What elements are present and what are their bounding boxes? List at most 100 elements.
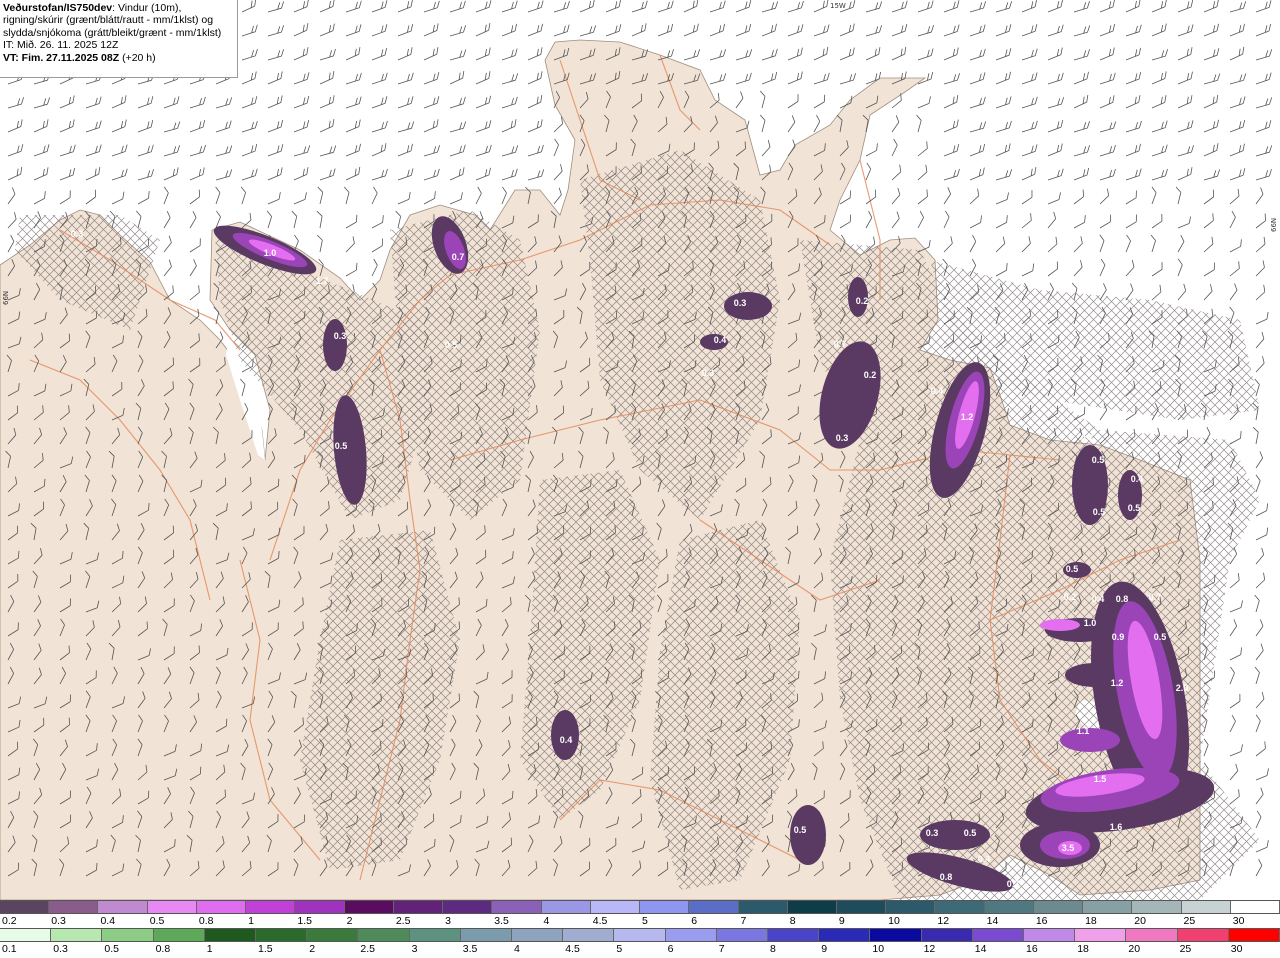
legend_snow-swatch [344,901,394,913]
legend_rain-swatch [307,929,359,941]
legend_snow-label: 25 [1183,915,1196,927]
legend_snow-swatch [196,901,247,913]
legend_snow-swatch [492,901,542,913]
precip-label: 0.5 [1066,564,1079,574]
title-rest: : Vindur (10m), [112,2,182,14]
legend_rain-label: 0.3 [53,943,68,955]
legend_rain-swatch [921,929,973,941]
precip-label: 0.4 [1131,474,1144,484]
legend_snow-swatch [393,901,444,913]
precip-label: 0.7 [834,339,847,349]
legend_rain-label: 3 [411,943,418,955]
legend_snow-label: 18 [1085,915,1097,927]
precip-label: 0.5 [964,828,977,838]
legend_snow-label: 0.3 [51,915,66,927]
legend_rain-label: 7 [718,943,725,955]
legend_rain-swatch [563,929,615,941]
legend_rain-label: 8 [770,943,776,955]
legend_rain-label: 9 [821,943,828,955]
legend_snow-swatch [1181,901,1231,913]
precip-label: 0.2 [856,296,869,306]
legend_rain-swatch [972,929,1025,941]
legend_snow-label: 6 [691,915,698,927]
lon-label-15w: 15W [830,2,846,10]
map-info-box: Veðurstofan/IS750dev: Vindur (10m), rign… [0,0,238,78]
legend_snow-swatch [147,901,197,913]
legend_rain-label: 10 [872,943,885,955]
precip-label: 3.5 [1062,843,1075,853]
precip-label: 0.2 [864,370,877,380]
precip-label: 0.4 [714,335,727,345]
precip-label: 0.3 [71,229,84,239]
legend_snow-label: 1 [248,915,254,927]
legend_rain-swatch [665,929,717,941]
precip-label: 0.3 [702,368,715,378]
valid-time: VT: Fim. 27.11.2025 08Z [3,51,120,64]
lat-label-left: 66N [2,291,10,305]
legend_snow-label: 10 [888,915,900,927]
precip-label: 0.8 [1116,594,1129,604]
legend_rain-label: 0.5 [104,943,119,955]
legend_snow-swatch [541,901,591,913]
legend_snow-swatch [98,901,148,913]
legend_rain-swatch [256,929,308,941]
legend_rain-label: 0.1 [2,943,17,955]
model-title: Veðurstofan/IS750dev [3,2,113,14]
legend_snow-label: 0.2 [2,915,17,927]
legend_rain-swatch [102,929,154,941]
legend_rain-label: 16 [1026,943,1038,955]
legend_snow-label: 8 [789,915,796,927]
lat-label-right: 66N [1270,218,1278,232]
legend_rain-swatch [409,929,461,941]
legend_snow-swatch [443,901,493,913]
weather-map: 0.3 1.0 1.7 0.7 0.2 0.3 0.4 0.3 0.3 0.5 0.5 0.7 0.2 0… [0,0,1280,900]
legend-snow-bar [0,900,1280,914]
precip-label: 0.5 [445,340,458,350]
precip-label: 0.5 [1128,503,1141,513]
legend_rain-label: 0.8 [155,943,171,955]
precip-label: 1.5 [1094,774,1107,784]
precip-label: 0.4 [1092,594,1105,604]
precip-label: 0.4 [978,854,991,864]
legend_snow-swatch [246,901,296,913]
legend_rain-label: 14 [974,943,987,955]
legend_snow-label: 0.8 [198,915,214,927]
legend_rain-label: 25 [1179,943,1192,955]
legend_rain-label: 1 [206,943,213,955]
legend_rain-label: 4 [514,943,520,955]
legend_rain-label: 30 [1230,943,1243,955]
precip-label: 1.7 [316,276,329,286]
precip-label: 1.2 [1111,678,1124,688]
precip-label: 0.5 [1154,632,1167,642]
precip-label: 0.5 [335,441,348,451]
init-time: IT: Mið. 26. 11. 2025 12Z [3,39,119,52]
legend_rain-swatch [614,929,666,941]
precip-label: 0.3 [926,828,939,838]
legend_snow-swatch [935,901,985,913]
precip-label: 1.0 [264,248,277,258]
legend_snow-swatch [984,901,1034,913]
legend_snow-swatch [738,901,788,913]
precip-label: 0.3 [734,298,747,308]
legend_rain-label: 3.5 [462,943,478,955]
precip-label: 0.7 [452,252,465,262]
legend_snow-label: 1.5 [297,915,312,927]
precip-label: 0.8 [940,872,953,882]
legend_rain-swatch [870,929,922,941]
legend_snow-swatch [886,901,936,913]
legend_rain-swatch [51,929,103,941]
legend_snow-swatch [787,901,837,913]
legend_snow-label: 2.5 [395,915,411,927]
precip-label: 0.2 [1064,592,1077,602]
precip-label: 0.4 [931,386,944,396]
legend-snow-labels: 0.2 0.3 0.4 0.5 0.8 1 1.5 2 2.5 3 3.5 4 4.5 5 6 7 8 9 10 12… [0,914,1280,928]
precip-label: 1.1 [1077,726,1090,736]
legend_rain-swatch [0,929,52,941]
legend_snow-swatch [1132,901,1182,913]
legend_rain-label: 1.5 [258,943,273,955]
legend_snow-label: 20 [1134,915,1146,927]
legend_rain-swatch [512,929,564,941]
legend_snow-swatch [1033,901,1084,913]
precip-label: 1.2 [961,412,974,422]
legend-rain-bar [0,928,1280,942]
